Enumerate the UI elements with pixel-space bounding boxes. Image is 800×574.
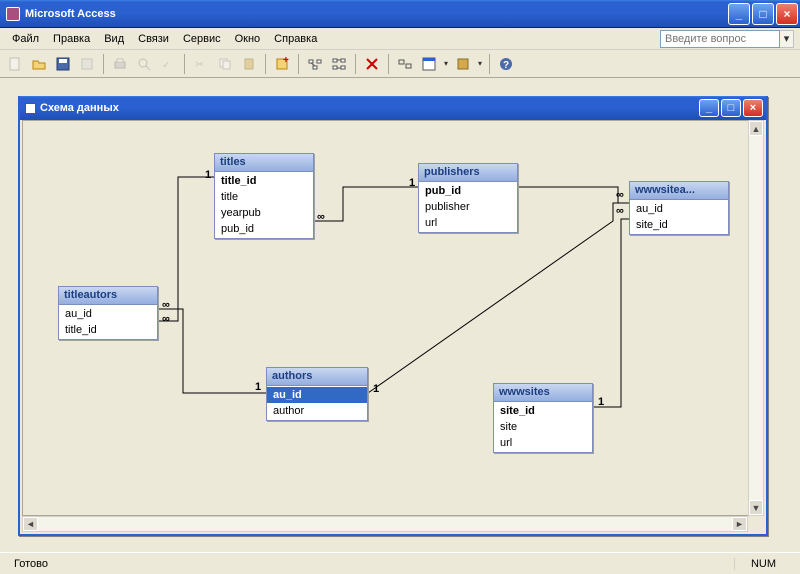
cardinality-one: 1 (205, 169, 211, 181)
show-all-icon[interactable] (328, 53, 350, 75)
menu-window[interactable]: Окно (229, 31, 267, 47)
field-author[interactable]: author (267, 403, 367, 419)
cardinality-many: ∞ (162, 313, 170, 325)
show-direct-icon[interactable] (304, 53, 326, 75)
clear-layout-icon[interactable] (394, 53, 416, 75)
cardinality-many: ∞ (616, 189, 624, 201)
close-button[interactable]: × (776, 3, 798, 25)
table-header[interactable]: wwwsitea... (630, 182, 728, 200)
table-header[interactable]: publishers (419, 164, 517, 182)
child-minimize-button[interactable]: _ (699, 99, 719, 117)
table-header[interactable]: wwwsites (494, 384, 592, 402)
table-header[interactable]: titleautors (59, 287, 157, 305)
field-title_id[interactable]: title_id (215, 173, 313, 189)
cardinality-one: 1 (255, 381, 261, 393)
menu-view[interactable]: Вид (98, 31, 130, 47)
svg-text:✓: ✓ (162, 60, 170, 71)
menu-tools[interactable]: Сервис (177, 31, 227, 47)
field-site[interactable]: site (494, 419, 592, 435)
dropdown-icon[interactable]: ▾ (476, 59, 484, 68)
menu-file[interactable]: Файл (6, 31, 45, 47)
maximize-button[interactable]: □ (752, 3, 774, 25)
table-header[interactable]: authors (267, 368, 367, 386)
svg-text:+: + (283, 57, 289, 66)
scroll-up-icon[interactable]: ▲ (749, 121, 763, 136)
mdi-client: Схема данных _ □ × (0, 78, 800, 552)
status-ready: Готово (8, 558, 54, 570)
statusbar: Готово NUM (0, 552, 800, 574)
cardinality-one: 1 (409, 177, 415, 189)
minimize-button[interactable]: _ (728, 3, 750, 25)
table-header[interactable]: titles (215, 154, 313, 172)
scroll-left-icon[interactable]: ◄ (23, 517, 38, 531)
new-object-icon[interactable] (452, 53, 474, 75)
new-icon[interactable] (4, 53, 26, 75)
field-au_id[interactable]: au_id (59, 306, 157, 322)
field-au_id[interactable]: au_id (267, 387, 367, 403)
cardinality-one: 1 (598, 396, 604, 408)
help-search-input[interactable] (660, 30, 780, 48)
cut-icon[interactable]: ✂ (190, 53, 212, 75)
child-close-button[interactable]: × (743, 99, 763, 117)
relationships-canvas[interactable]: 1 ∞ ∞ 1 ∞ 1 1 ∞ ∞ 1 titleautorsau_idtitl… (22, 120, 764, 516)
menu-edit[interactable]: Правка (47, 31, 96, 47)
table-wwwsitea[interactable]: wwwsitea...au_idsite_id (629, 181, 729, 235)
table-titleautors[interactable]: titleautorsau_idtitle_id (58, 286, 158, 340)
menu-relations[interactable]: Связи (132, 31, 175, 47)
table-publishers[interactable]: publisherspub_idpublisherurl (418, 163, 518, 233)
field-pub_id[interactable]: pub_id (215, 221, 313, 237)
table-wwwsites[interactable]: wwwsitessite_idsiteurl (493, 383, 593, 453)
open-icon[interactable] (28, 53, 50, 75)
menu-help[interactable]: Справка (268, 31, 323, 47)
svg-text:?: ? (503, 60, 509, 71)
scroll-down-icon[interactable]: ▼ (749, 500, 763, 515)
svg-text:✂: ✂ (195, 59, 204, 71)
field-site_id[interactable]: site_id (494, 403, 592, 419)
relationships-window[interactable]: Схема данных _ □ × (18, 96, 768, 536)
cardinality-many: ∞ (317, 211, 325, 223)
field-site_id[interactable]: site_id (630, 217, 728, 233)
table-authors[interactable]: authorsau_idauthor (266, 367, 368, 421)
field-pub_id[interactable]: pub_id (419, 183, 517, 199)
app-icon (6, 7, 20, 21)
child-titlebar[interactable]: Схема данных _ □ × (20, 96, 766, 120)
cardinality-many: ∞ (616, 205, 624, 217)
help-dropdown[interactable]: ▾ (780, 30, 794, 48)
delete-icon[interactable] (361, 53, 383, 75)
field-url[interactable]: url (419, 215, 517, 231)
paste-icon[interactable] (238, 53, 260, 75)
db-window-icon[interactable] (418, 53, 440, 75)
field-title_id[interactable]: title_id (59, 322, 157, 338)
save-as-icon[interactable] (76, 53, 98, 75)
print-icon[interactable] (109, 53, 131, 75)
help-icon[interactable]: ? (495, 53, 517, 75)
child-title: Схема данных (40, 102, 119, 114)
relationships-icon (25, 103, 36, 114)
dropdown-icon[interactable]: ▾ (442, 59, 450, 68)
copy-icon[interactable] (214, 53, 236, 75)
toolbar: ✓ ✂ + ▾ ▾ ? (0, 50, 800, 78)
cardinality-many: ∞ (162, 299, 170, 311)
main-titlebar: Microsoft Access _ □ × (0, 0, 800, 28)
show-table-icon[interactable]: + (271, 53, 293, 75)
table-titles[interactable]: titlestitle_idtitleyearpubpub_id (214, 153, 314, 239)
save-icon[interactable] (52, 53, 74, 75)
status-num: NUM (734, 558, 792, 570)
horizontal-scrollbar[interactable]: ◄ ► (22, 516, 748, 532)
child-maximize-button[interactable]: □ (721, 99, 741, 117)
menubar: Файл Правка Вид Связи Сервис Окно Справк… (0, 28, 800, 50)
field-yearpub[interactable]: yearpub (215, 205, 313, 221)
field-au_id[interactable]: au_id (630, 201, 728, 217)
vertical-scrollbar[interactable]: ▲ ▼ (748, 120, 764, 516)
field-title[interactable]: title (215, 189, 313, 205)
cardinality-one: 1 (373, 383, 379, 395)
app-title: Microsoft Access (25, 8, 116, 20)
field-url[interactable]: url (494, 435, 592, 451)
preview-icon[interactable] (133, 53, 155, 75)
field-publisher[interactable]: publisher (419, 199, 517, 215)
scroll-right-icon[interactable]: ► (732, 517, 747, 531)
spellcheck-icon[interactable]: ✓ (157, 53, 179, 75)
